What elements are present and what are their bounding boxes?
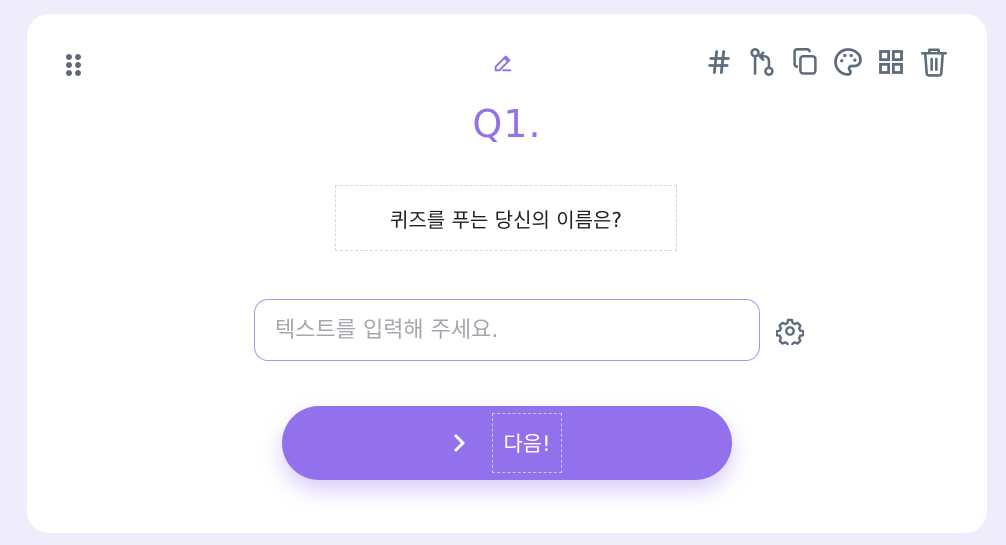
input-settings-gear-icon[interactable] bbox=[775, 316, 805, 346]
duplicate-icon[interactable] bbox=[790, 46, 820, 78]
question-text[interactable]: 퀴즈를 푸는 당신의 이름은? bbox=[335, 185, 677, 251]
drag-handle-icon[interactable] bbox=[64, 50, 84, 78]
question-number: Q1. bbox=[472, 102, 542, 146]
chevron-right-icon bbox=[452, 432, 470, 454]
question-card: Q1. 퀴즈를 푸는 당신의 이름은? 다음! bbox=[27, 14, 987, 533]
edit-pencil-icon[interactable] bbox=[488, 50, 518, 76]
answer-text-input[interactable] bbox=[254, 299, 760, 361]
branch-icon[interactable] bbox=[747, 46, 777, 78]
grid-icon[interactable] bbox=[876, 46, 906, 78]
next-button[interactable]: 다음! bbox=[282, 406, 732, 480]
next-button-label: 다음! bbox=[492, 413, 562, 473]
palette-icon[interactable] bbox=[833, 46, 863, 78]
question-toolbar bbox=[704, 46, 949, 78]
hash-icon[interactable] bbox=[704, 46, 734, 78]
trash-icon[interactable] bbox=[919, 46, 949, 78]
